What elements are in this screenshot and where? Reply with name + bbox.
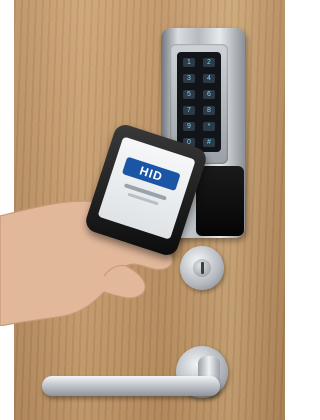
keypad-key: 4 xyxy=(203,74,215,83)
keypad-key: 7 xyxy=(183,106,195,115)
photo-scene: 1 2 3 4 5 6 7 8 9 * 0 # HID xyxy=(0,0,299,420)
phone-screen: HID xyxy=(97,136,196,240)
keypad-key: 2 xyxy=(203,58,215,67)
keyway-icon xyxy=(201,262,204,274)
keypad-key: 6 xyxy=(203,90,215,99)
keypad-key: # xyxy=(203,138,215,147)
door-lever-handle xyxy=(42,376,220,396)
keypad-key: 3 xyxy=(183,74,195,83)
keypad-key: 9 xyxy=(183,122,195,131)
keypad-key: * xyxy=(203,122,215,131)
keypad: 1 2 3 4 5 6 7 8 9 * 0 # xyxy=(177,52,221,152)
keypad-key: 1 xyxy=(183,58,195,67)
card-reader-panel xyxy=(196,166,244,236)
keypad-key: 5 xyxy=(183,90,195,99)
keypad-key: 8 xyxy=(203,106,215,115)
